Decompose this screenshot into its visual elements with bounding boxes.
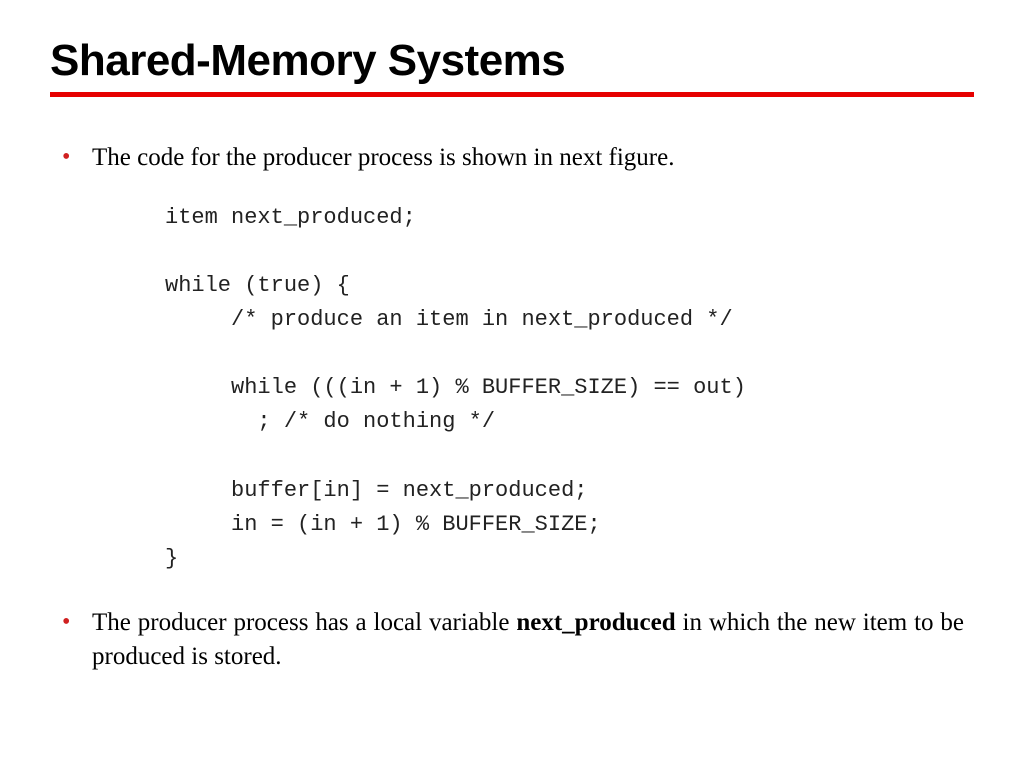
- bullet-item-1: The code for the producer process is sho…: [56, 141, 964, 175]
- bullet-item-2: The producer process has a local variabl…: [56, 606, 964, 674]
- bullet-list-2: The producer process has a local variabl…: [50, 606, 974, 674]
- producer-code-block: item next_produced; while (true) { /* pr…: [165, 201, 974, 576]
- bullet-2-bold: next_produced: [516, 609, 675, 636]
- slide-title: Shared-Memory Systems: [50, 36, 974, 97]
- bullet-list: The code for the producer process is sho…: [50, 141, 974, 175]
- bullet-2-text-pre: The producer process has a local variabl…: [92, 609, 516, 636]
- slide: Shared-Memory Systems The code for the p…: [0, 0, 1024, 768]
